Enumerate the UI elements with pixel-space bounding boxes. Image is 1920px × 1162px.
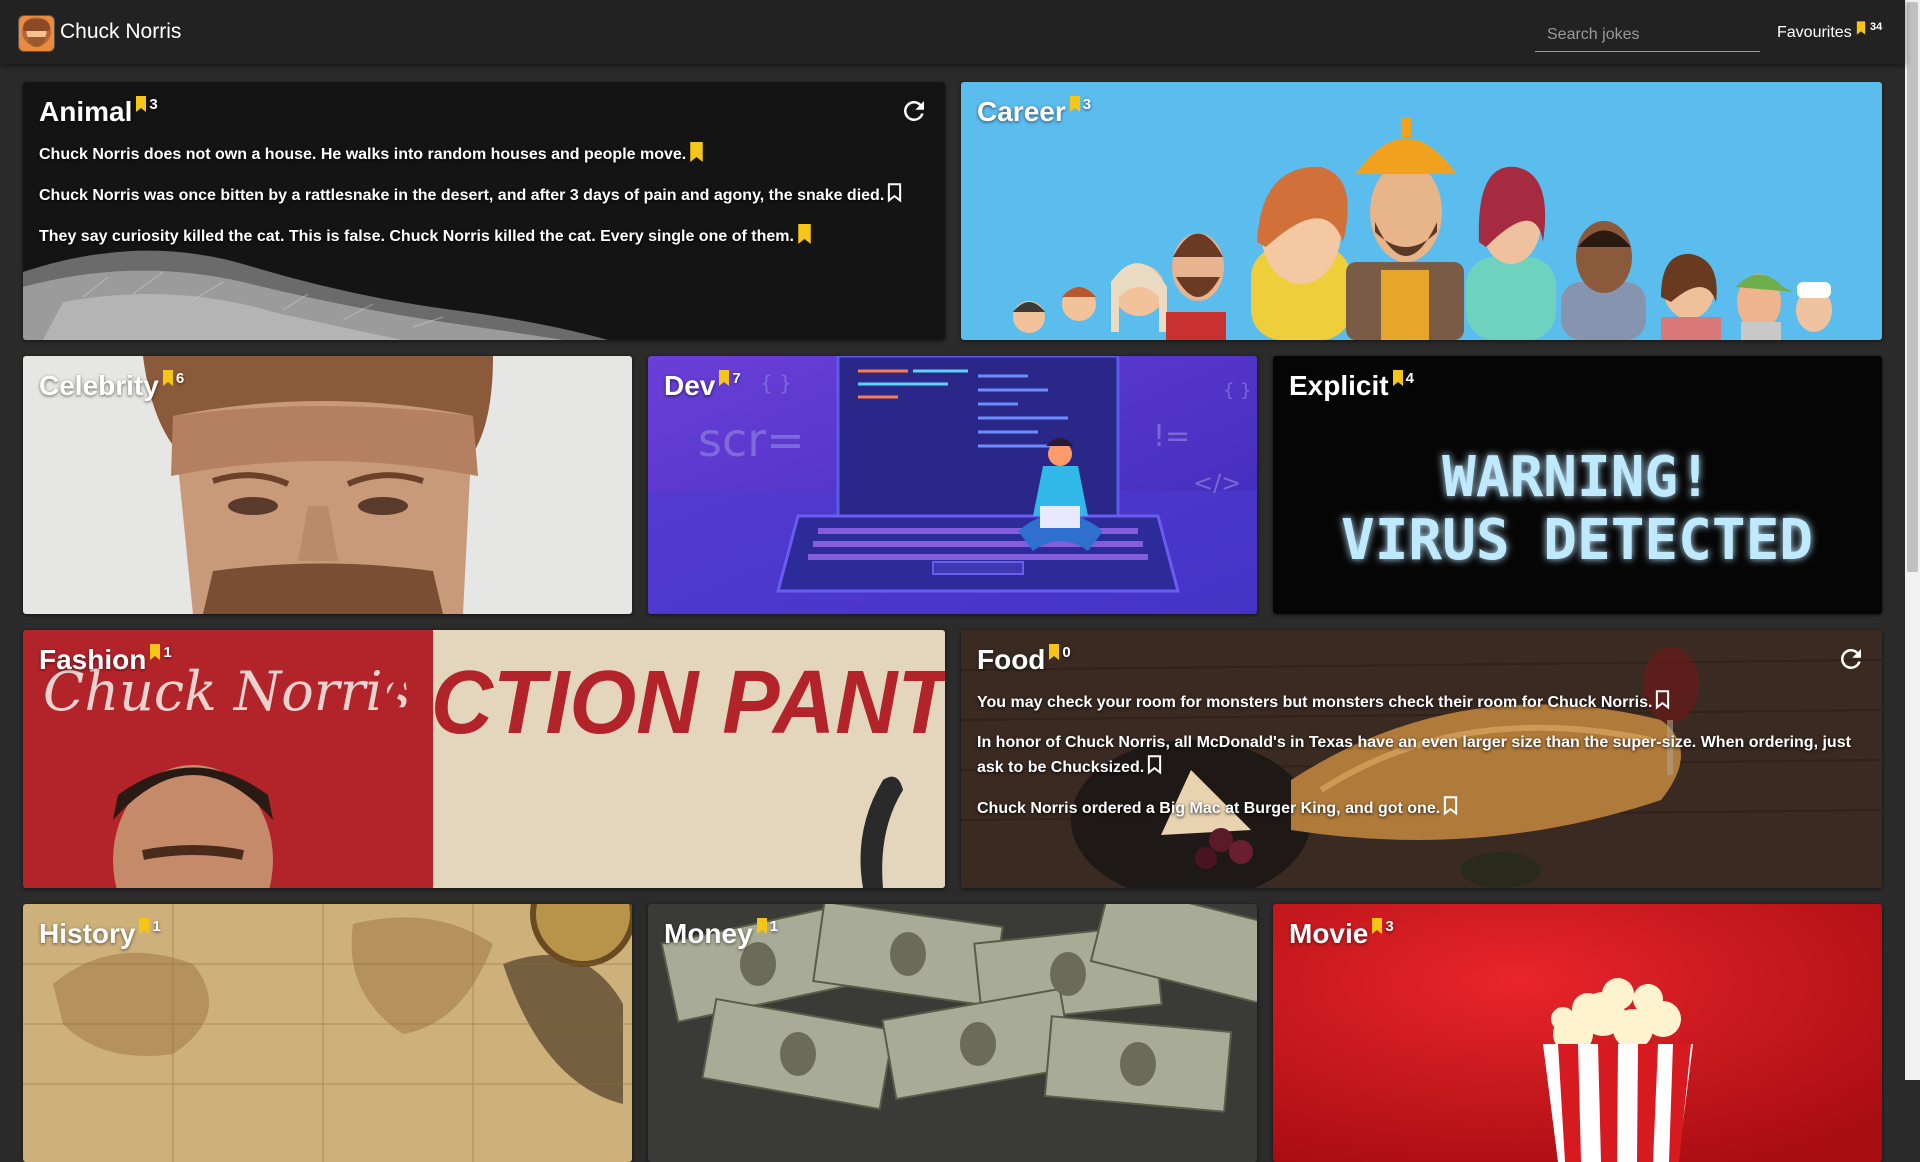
category-card-animal[interactable]: Animal 3 Chuck Norris does not own a hous… <box>23 82 945 340</box>
bookmark-filled-icon[interactable] <box>689 142 704 162</box>
bookmark-outline-icon[interactable] <box>1147 755 1162 775</box>
bookmark-icon <box>135 96 147 112</box>
joke-item: You may check your room for monsters but… <box>977 690 1858 715</box>
search-input[interactable] <box>1535 18 1760 52</box>
warning-text: WARNING! <box>1442 445 1712 510</box>
category-card-history[interactable]: History 1 <box>23 904 632 1162</box>
bookmark-count: 7 <box>732 370 741 387</box>
category-card-celebrity[interactable]: Celebrity 6 <box>23 356 632 614</box>
bookmark-count: 0 <box>1062 644 1071 661</box>
joke-item: Chuck Norris was once bitten by a rattle… <box>39 183 921 208</box>
bookmark-outline-icon[interactable] <box>1655 690 1670 710</box>
career-people-illustration <box>961 82 1882 340</box>
card-title-dev: Dev 7 <box>664 370 741 401</box>
bookmark-count: 1 <box>769 918 779 935</box>
app-title[interactable]: Chuck Norris <box>60 20 181 44</box>
bookmark-icon <box>162 370 174 386</box>
bookmark-count: 3 <box>1385 918 1394 935</box>
card-title-history: History 1 <box>39 918 161 949</box>
bookmark-filled-icon[interactable] <box>797 224 812 244</box>
favourites-label: Favourites <box>1777 24 1852 41</box>
tag-text-decoration: </> <box>1193 469 1241 497</box>
joke-item: In honor of Chuck Norris, all McDonald's… <box>977 734 1851 776</box>
bookmark-icon <box>756 918 768 934</box>
joke-item: Chuck Norris ordered a Big Mac at Burger… <box>977 796 1858 821</box>
bookmark-count: 3 <box>1082 96 1092 113</box>
braces-text-decoration: { } <box>760 371 792 395</box>
scrollbar-thumb[interactable] <box>1907 2 1918 572</box>
braces-text-decoration-right: { } <box>1223 380 1252 401</box>
refresh-icon[interactable] <box>899 96 929 126</box>
joke-item: Chuck Norris does not own a house. He wa… <box>39 142 921 167</box>
card-title-celebrity: Celebrity 6 <box>39 370 185 401</box>
card-title-fashion: Fashion 1 <box>39 644 172 675</box>
card-title-explicit: Explicit 4 <box>1289 370 1414 401</box>
joke-list: Chuck Norris does not own a house. He wa… <box>39 142 921 265</box>
app-bar: Chuck Norris Favourites 34 <box>0 0 1905 64</box>
card-title-money: Money 1 <box>664 918 779 949</box>
card-title-animal: Animal 3 <box>39 96 158 127</box>
category-card-food[interactable]: Food 0 You may check your room for monste… <box>961 630 1882 888</box>
bookmark-count: 6 <box>175 370 185 387</box>
category-card-movie[interactable]: Movie 3 <box>1273 904 1882 1162</box>
bookmark-count: 4 <box>1405 370 1414 387</box>
bookmark-count: 1 <box>152 918 161 935</box>
action-pants-text: ACTION PANTS <box>367 651 945 752</box>
bookmark-icon <box>1048 644 1060 660</box>
favourites-link[interactable]: Favourites 34 <box>1777 21 1882 42</box>
bookmark-count: 1 <box>163 644 172 661</box>
bookmark-outline-icon[interactable] <box>1443 796 1458 816</box>
bookmark-icon <box>1069 96 1081 112</box>
bookmark-icon <box>1371 918 1383 934</box>
chuck-norris-logo-icon[interactable] <box>18 15 55 52</box>
card-title-food: Food 0 <box>977 644 1071 675</box>
category-card-dev[interactable]: scr= { } != </> { } Dev 7 <box>648 356 1257 614</box>
joke-item: They say curiosity killed the cat. This … <box>39 224 921 249</box>
joke-list: You may check your room for monsters but… <box>977 690 1858 837</box>
refresh-icon[interactable] <box>1836 644 1866 674</box>
bookmark-icon <box>149 644 161 660</box>
card-title-career: Career 3 <box>977 96 1092 127</box>
bookmark-icon <box>1392 370 1404 386</box>
bookmark-icon <box>718 370 730 386</box>
favourites-count: 34 <box>1870 21 1883 33</box>
category-card-career[interactable]: Career 3 <box>961 82 1882 340</box>
category-card-fashion[interactable]: Chuck Norris ACTION PANTS Fashion 1 <box>23 630 945 888</box>
code-text-decoration: scr= <box>698 413 805 467</box>
card-title-movie: Movie 3 <box>1289 918 1394 949</box>
virus-detected-text: VIRUS DETECTED <box>1341 508 1813 573</box>
category-card-money[interactable]: Money 1 <box>648 904 1257 1162</box>
category-card-explicit[interactable]: WARNING! VIRUS DETECTED Explicit 4 <box>1273 356 1882 614</box>
bookmark-outline-icon[interactable] <box>887 183 902 203</box>
not-equal-text-decoration: != <box>1153 419 1190 454</box>
bookmark-icon <box>138 918 150 934</box>
bookmark-count: 3 <box>149 96 158 113</box>
bookmark-icon <box>1856 21 1866 35</box>
